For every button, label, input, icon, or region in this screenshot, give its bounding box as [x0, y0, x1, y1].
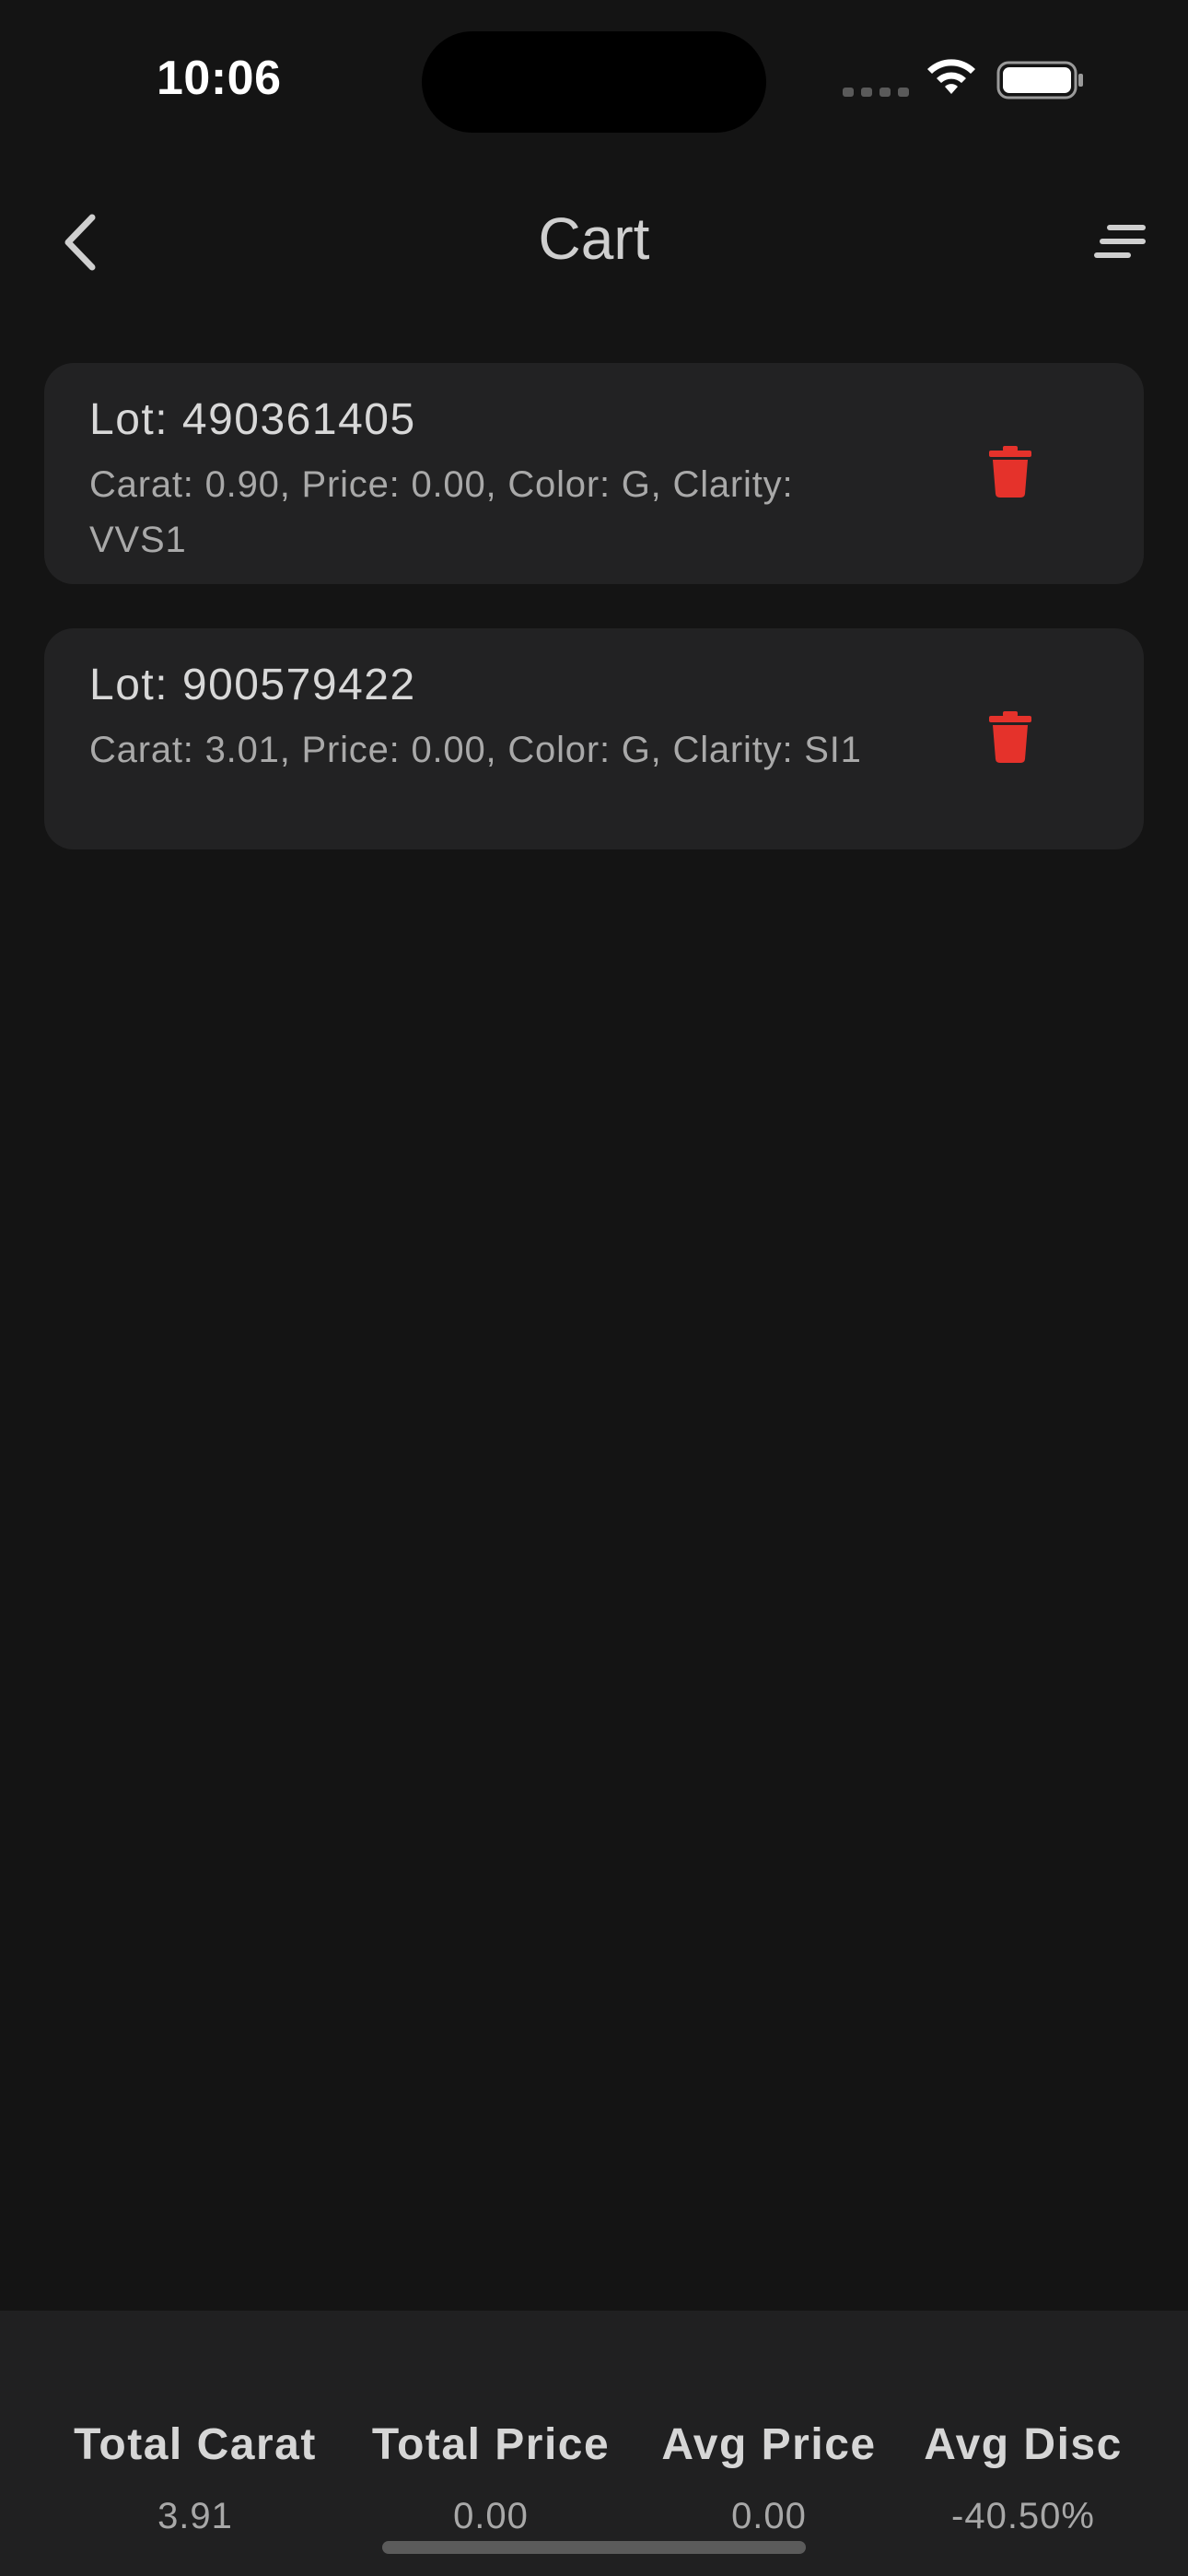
dynamic-island — [422, 31, 766, 133]
cart-item[interactable]: Lot: 490361405 Carat: 0.90, Price: 0.00,… — [44, 363, 1144, 584]
wifi-icon — [927, 59, 975, 94]
total-carat-value: 3.91 — [157, 2496, 233, 2536]
item-details: Carat: 3.01, Price: 0.00, Color: G, Clar… — [89, 730, 862, 770]
delete-button[interactable] — [989, 711, 1031, 763]
cart-screen: 10:06 Cart Lot: 490361405 Carat: 0.90, P… — [0, 0, 1188, 2576]
page-title: Cart — [538, 205, 650, 272]
avg-price: Avg Price 0.00 — [658, 2419, 880, 2537]
cart-item[interactable]: Lot: 900579422 Carat: 3.01, Price: 0.00,… — [44, 628, 1144, 849]
avg-disc: Avg Disc -40.50% — [921, 2419, 1125, 2537]
item-lot: Lot: 900579422 — [89, 661, 416, 709]
delete-button[interactable] — [989, 446, 1031, 498]
avg-disc-label: Avg Disc — [924, 2420, 1123, 2469]
avg-price-value: 0.00 — [731, 2496, 807, 2536]
item-details: Carat: 0.90, Price: 0.00, Color: G, Clar… — [89, 464, 794, 560]
sort-menu-button[interactable] — [1094, 221, 1147, 262]
total-carat-label: Total Carat — [74, 2420, 317, 2469]
status-time: 10:06 — [157, 52, 282, 105]
totals-bar: Total Carat 3.91 Total Price 0.00 Avg Pr… — [0, 2311, 1188, 2576]
item-lot: Lot: 490361405 — [89, 395, 416, 444]
signal-icon — [843, 88, 909, 97]
avg-disc-value: -40.50% — [951, 2496, 1095, 2536]
avg-price-label: Avg Price — [661, 2420, 877, 2469]
total-price: Total Price 0.00 — [366, 2419, 616, 2537]
home-indicator[interactable] — [382, 2541, 806, 2554]
battery-icon — [996, 61, 1083, 100]
total-price-value: 0.00 — [453, 2496, 529, 2536]
total-carat: Total Carat 3.91 — [64, 2419, 326, 2537]
total-price-label: Total Price — [371, 2420, 611, 2469]
